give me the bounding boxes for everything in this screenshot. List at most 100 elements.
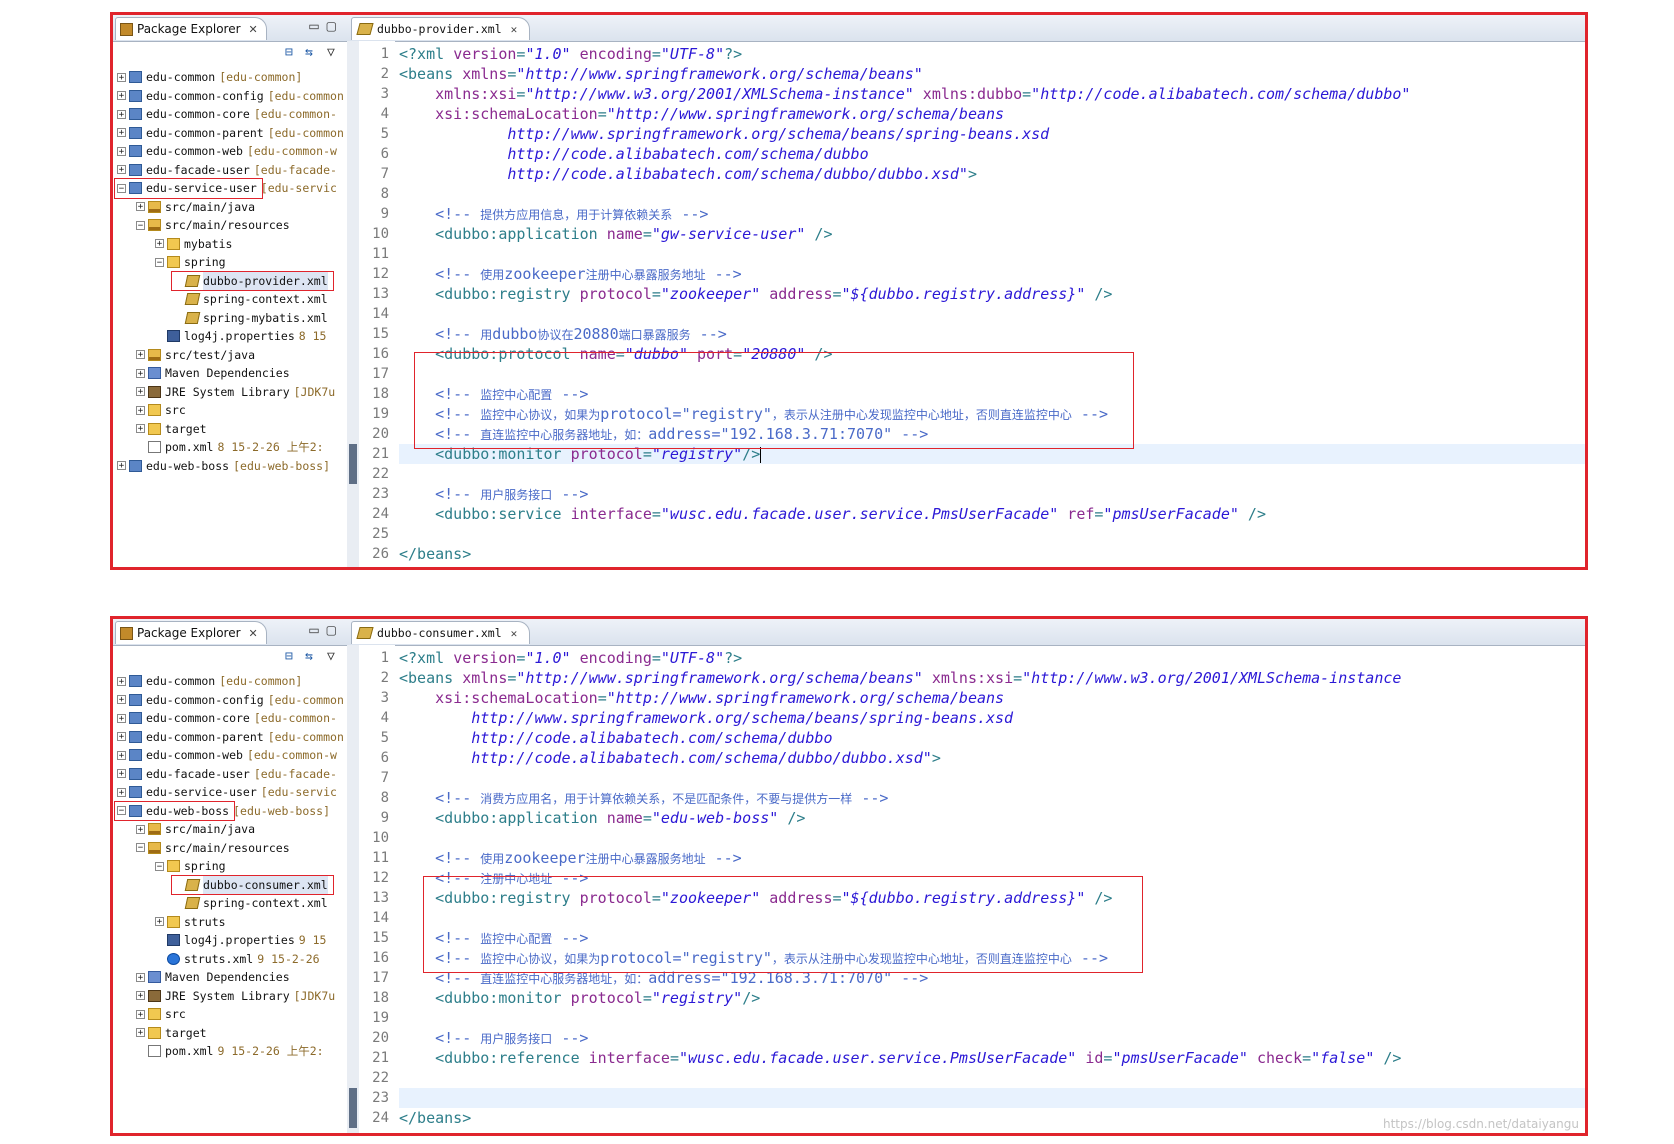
- tree-item[interactable]: pom.xml 9 15-2-26 上午2:: [136, 1042, 324, 1060]
- tree-item[interactable]: struts.xml 9 15-2-26: [155, 950, 320, 968]
- tree-item[interactable]: + target: [136, 420, 207, 438]
- tree-item[interactable]: spring-context.xml: [174, 894, 328, 912]
- tree-item[interactable]: + edu-common-web [edu-common-w: [117, 142, 337, 160]
- expand-icon[interactable]: +: [117, 676, 126, 686]
- code-line[interactable]: <!-- 直连监控中心服务器地址，如：address="192.168.3.71…: [399, 424, 1585, 444]
- close-icon[interactable]: ✕: [249, 23, 258, 36]
- expand-icon[interactable]: +: [136, 1009, 145, 1019]
- code-line[interactable]: <dubbo:monitor protocol="registry"/>: [399, 444, 1585, 464]
- tree-item[interactable]: + edu-common-web [edu-common-w: [117, 746, 337, 764]
- expand-icon[interactable]: +: [117, 146, 126, 156]
- code-line[interactable]: <!-- 监控中心协议，如果为protocol="registry"，表示从注册…: [399, 404, 1585, 424]
- code-line[interactable]: <dubbo:application name="gw-service-user…: [399, 224, 1585, 244]
- code-line[interactable]: <!-- 使用zookeeper注册中心暴露服务地址 -->: [399, 848, 1585, 868]
- collapse-icon[interactable]: −: [136, 220, 145, 230]
- expand-icon[interactable]: +: [136, 1028, 145, 1038]
- code-line[interactable]: <?xml version="1.0" encoding="UTF-8"?>: [399, 44, 1585, 64]
- code-line[interactable]: <!-- 用户服务接口 -->: [399, 484, 1585, 504]
- expand-icon[interactable]: +: [117, 128, 126, 138]
- code-line[interactable]: <!-- 消费方应用名，用于计算依赖关系，不是匹配条件，不要与提供方一样 -->: [399, 788, 1585, 808]
- tree-item[interactable]: − src/main/resources: [136, 216, 290, 234]
- expand-icon[interactable]: +: [117, 72, 126, 82]
- code-line[interactable]: <!-- 用户服务接口 -->: [399, 1028, 1585, 1048]
- expand-icon[interactable]: +: [117, 109, 126, 119]
- code-line[interactable]: <dubbo:registry protocol="zookeeper" add…: [399, 888, 1585, 908]
- expand-icon[interactable]: +: [136, 424, 145, 434]
- tree-item[interactable]: + JRE System Library [JDK7u: [136, 987, 335, 1005]
- tree-item[interactable]: + edu-common-parent [edu-common: [117, 728, 344, 746]
- code-line[interactable]: [399, 524, 1585, 544]
- code-line[interactable]: [399, 768, 1585, 788]
- collapse-icon[interactable]: −: [136, 843, 145, 853]
- tree-item[interactable]: + edu-common-parent [edu-common: [117, 124, 344, 142]
- collapse-icon[interactable]: −: [155, 861, 164, 871]
- code-line[interactable]: </beans>: [399, 544, 1585, 564]
- tree-item[interactable]: log4j.properties 8 15: [155, 327, 326, 345]
- tab-dubbo-consumer-xml[interactable]: dubbo-consumer.xml ✕: [351, 621, 531, 644]
- tree-item[interactable]: + edu-service-user [edu-servic: [117, 783, 337, 801]
- tree-item[interactable]: − spring: [155, 857, 226, 875]
- tab-dubbo-provider-xml[interactable]: dubbo-provider.xml ✕: [351, 17, 531, 40]
- tree-item[interactable]: + src: [136, 1005, 186, 1023]
- tree-item[interactable]: dubbo-consumer.xml: [174, 875, 328, 894]
- tab-package-explorer[interactable]: Package Explorer ✕: [115, 621, 267, 644]
- code-line[interactable]: <dubbo:service interface="wusc.edu.facad…: [399, 504, 1585, 524]
- code-line[interactable]: http://code.alibabatech.com/schema/dubbo: [399, 728, 1585, 748]
- code-area[interactable]: <?xml version="1.0" encoding="UTF-8"?> <b…: [395, 41, 1585, 567]
- code-line[interactable]: http://code.alibabatech.com/schema/dubbo…: [399, 164, 1585, 184]
- code-line[interactable]: [399, 908, 1585, 928]
- code-line[interactable]: <dubbo:monitor protocol="registry"/>: [399, 988, 1585, 1008]
- expand-icon[interactable]: +: [117, 695, 126, 705]
- tree-item[interactable]: + Maven Dependencies: [136, 364, 290, 382]
- code-line[interactable]: http://code.alibabatech.com/schema/dubbo: [399, 144, 1585, 164]
- code-line[interactable]: <beans xmlns = "http://www.springframework…: [399, 668, 1585, 688]
- close-icon[interactable]: ✕: [511, 627, 518, 640]
- collapse-icon[interactable]: −: [117, 806, 126, 816]
- minimize-maximize-icons[interactable]: ▭▢: [308, 623, 343, 637]
- tree-item[interactable]: + edu-common-core [edu-common-: [117, 709, 337, 727]
- code-line[interactable]: <dubbo:application name="edu-web-boss" /…: [399, 808, 1585, 828]
- collapse-all-icon[interactable]: ⊟: [285, 45, 293, 60]
- expand-icon[interactable]: +: [117, 750, 126, 760]
- expand-icon[interactable]: +: [117, 713, 126, 723]
- tree-item[interactable]: + edu-facade-user [edu-facade-: [117, 161, 337, 179]
- code-line[interactable]: <dubbo:registry protocol="zookeeper" add…: [399, 284, 1585, 304]
- tree-item[interactable]: + mybatis: [155, 235, 232, 253]
- expand-icon[interactable]: +: [117, 165, 126, 175]
- code-line[interactable]: [399, 244, 1585, 264]
- tree-item[interactable]: + edu-common-config [edu-common: [117, 87, 344, 105]
- expand-icon[interactable]: +: [136, 387, 145, 397]
- code-line[interactable]: [399, 1008, 1585, 1028]
- collapse-icon[interactable]: −: [117, 183, 126, 193]
- tree-item[interactable]: log4j.properties 9 15: [155, 931, 326, 949]
- collapse-all-icon[interactable]: ⊟: [285, 649, 293, 664]
- tree-item[interactable]: + edu-facade-user [edu-facade-: [117, 765, 337, 783]
- tree-item[interactable]: + src/main/java: [136, 198, 255, 216]
- code-line[interactable]: [399, 1068, 1585, 1088]
- expand-icon[interactable]: +: [117, 787, 126, 797]
- tree-item[interactable]: + struts: [155, 913, 226, 931]
- tree-item[interactable]: + edu-web-boss [edu-web-boss]: [117, 457, 330, 475]
- tree-item[interactable]: + src/main/java: [136, 820, 255, 838]
- code-line[interactable]: [399, 1088, 1585, 1108]
- link-with-editor-icon[interactable]: ⇆: [305, 649, 313, 664]
- code-line[interactable]: [399, 304, 1585, 324]
- code-line[interactable]: <!-- 使用zookeeper注册中心暴露服务地址 -->: [399, 264, 1585, 284]
- tree-item[interactable]: + Maven Dependencies: [136, 968, 290, 986]
- code-line[interactable]: [399, 364, 1585, 384]
- code-line[interactable]: http://www.springframework.org/schema/be…: [399, 124, 1585, 144]
- tree-item[interactable]: + target: [136, 1024, 207, 1042]
- link-with-editor-icon[interactable]: ⇆: [305, 45, 313, 60]
- tree-item[interactable]: + edu-common [edu-common]: [117, 672, 302, 690]
- tree-item[interactable]: + edu-common-config [edu-common: [117, 691, 344, 709]
- tree-item[interactable]: + JRE System Library [JDK7u: [136, 383, 335, 401]
- code-line[interactable]: [399, 464, 1585, 484]
- code-area[interactable]: <?xml version="1.0" encoding="UTF-8"?> <b…: [395, 645, 1585, 1133]
- close-icon[interactable]: ✕: [511, 23, 518, 36]
- tree-item[interactable]: − spring: [155, 253, 226, 271]
- tree-item[interactable]: + src/test/java: [136, 346, 255, 364]
- code-line[interactable]: <!-- 直连监控中心服务器地址，如：address="192.168.3.71…: [399, 968, 1585, 988]
- expand-icon[interactable]: +: [155, 239, 164, 249]
- code-line[interactable]: <!-- 监控中心配置 -->: [399, 384, 1585, 404]
- code-line[interactable]: xsi:schemaLocation="http://www.springfra…: [399, 104, 1585, 124]
